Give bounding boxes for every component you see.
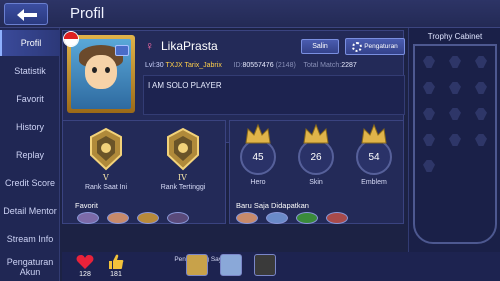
rank-highest-icon[interactable] xyxy=(164,127,202,171)
trophy-cabinet-title: Trophy Cabinet xyxy=(427,32,483,41)
rank-highest-label: Rank Tertinggi xyxy=(160,184,206,191)
rank-highest-tier: IV xyxy=(178,173,187,182)
sidebar-item-history[interactable]: History xyxy=(0,114,60,140)
skin-crown-icon xyxy=(302,123,330,145)
recent-item-2[interactable] xyxy=(266,212,288,224)
back-button[interactable] xyxy=(4,3,48,25)
sidebar-item-pengaturan-akun[interactable]: Pengaturan Akun xyxy=(0,254,60,280)
visitor-avatar-1[interactable] xyxy=(186,254,208,276)
top-bar: Profil xyxy=(0,0,500,28)
squad-tag: TXJX xyxy=(165,62,183,69)
sidebar-item-credit-score[interactable]: Credit Score xyxy=(0,170,60,196)
squad-member: Tarix_Jabrix xyxy=(184,62,222,69)
sidebar: Profil Statistik Favorit History Replay … xyxy=(0,28,60,281)
recent-item-3[interactable] xyxy=(296,212,318,224)
page-title: Profil xyxy=(70,5,105,22)
country-flag-icon xyxy=(63,31,79,47)
collection-card: 45 Hero 26 Skin 54 Emblem Baru Saja Dida… xyxy=(229,120,404,224)
likes-count: 128 xyxy=(79,271,91,278)
ranks-card: V Rank Saat Ini IV Rank Tertinggi Favori… xyxy=(62,120,226,224)
skin-label: Skin xyxy=(309,179,323,186)
sidebar-item-statistik[interactable]: Statistik xyxy=(0,58,60,84)
thumbs-count: 181 xyxy=(110,271,122,278)
player-level: Lvl:30 xyxy=(145,62,164,69)
favorite-hero-3[interactable] xyxy=(137,212,159,224)
visitor-avatar-3[interactable] xyxy=(254,254,276,276)
profile-meta: Lvl:30 TXJX Tarix_Jabrix ID:80557476 (21… xyxy=(145,62,357,69)
gear-icon xyxy=(352,41,363,52)
heart-icon[interactable] xyxy=(76,254,94,270)
favorite-hero-2[interactable] xyxy=(107,212,129,224)
thumbs-up-icon[interactable] xyxy=(108,253,124,270)
hero-label: Hero xyxy=(250,179,266,186)
profile-main: ♀ LikaPrasta Salin Pengaturan Lvl:30 TXJ… xyxy=(62,28,406,252)
sidebar-item-profil[interactable]: Profil xyxy=(0,30,60,56)
rank-current-label: Rank Saat Ini xyxy=(84,184,128,191)
recent-title: Baru Saja Didapatkan xyxy=(236,201,309,210)
sidebar-item-replay[interactable]: Replay xyxy=(0,142,60,168)
favorite-hero-1[interactable] xyxy=(77,212,99,224)
recent-item-1[interactable] xyxy=(236,212,258,224)
settings-button[interactable]: Pengaturan xyxy=(345,38,405,55)
chat-icon[interactable] xyxy=(115,45,129,56)
emblem-crown-icon xyxy=(360,123,388,145)
sidebar-item-stream-info[interactable]: Stream Info xyxy=(0,226,60,252)
bottom-bar: 128 181 Pengunjung Saya xyxy=(62,252,500,281)
gender-female-icon: ♀ xyxy=(145,39,154,53)
trophy-cabinet: Trophy Cabinet xyxy=(408,28,500,254)
favorite-hero-4[interactable] xyxy=(167,212,189,224)
sidebar-item-favorit[interactable]: Favorit xyxy=(0,86,60,112)
total-match-value: 2287 xyxy=(341,62,357,69)
sidebar-item-detail-mentor[interactable]: Detail Mentor xyxy=(0,198,60,224)
favorites-title: Favorit xyxy=(75,201,98,210)
settings-button-label: Pengaturan xyxy=(364,43,398,50)
emblem-label: Emblem xyxy=(361,179,387,186)
copy-button[interactable]: Salin xyxy=(301,39,339,54)
total-match-label: Total Match: xyxy=(303,62,342,69)
back-arrow-icon xyxy=(17,9,37,21)
visitor-avatar-2[interactable] xyxy=(220,254,242,276)
hero-crown-icon xyxy=(244,123,272,145)
recent-item-4[interactable] xyxy=(326,212,348,224)
player-name: LikaPrasta xyxy=(161,39,218,53)
player-id: 80557476 xyxy=(242,62,274,69)
rank-current-icon[interactable] xyxy=(87,127,125,171)
server-id: (2148) xyxy=(275,62,296,69)
bio-text: I AM SOLO PLAYER xyxy=(143,75,405,115)
rank-current-tier: V xyxy=(103,173,109,182)
